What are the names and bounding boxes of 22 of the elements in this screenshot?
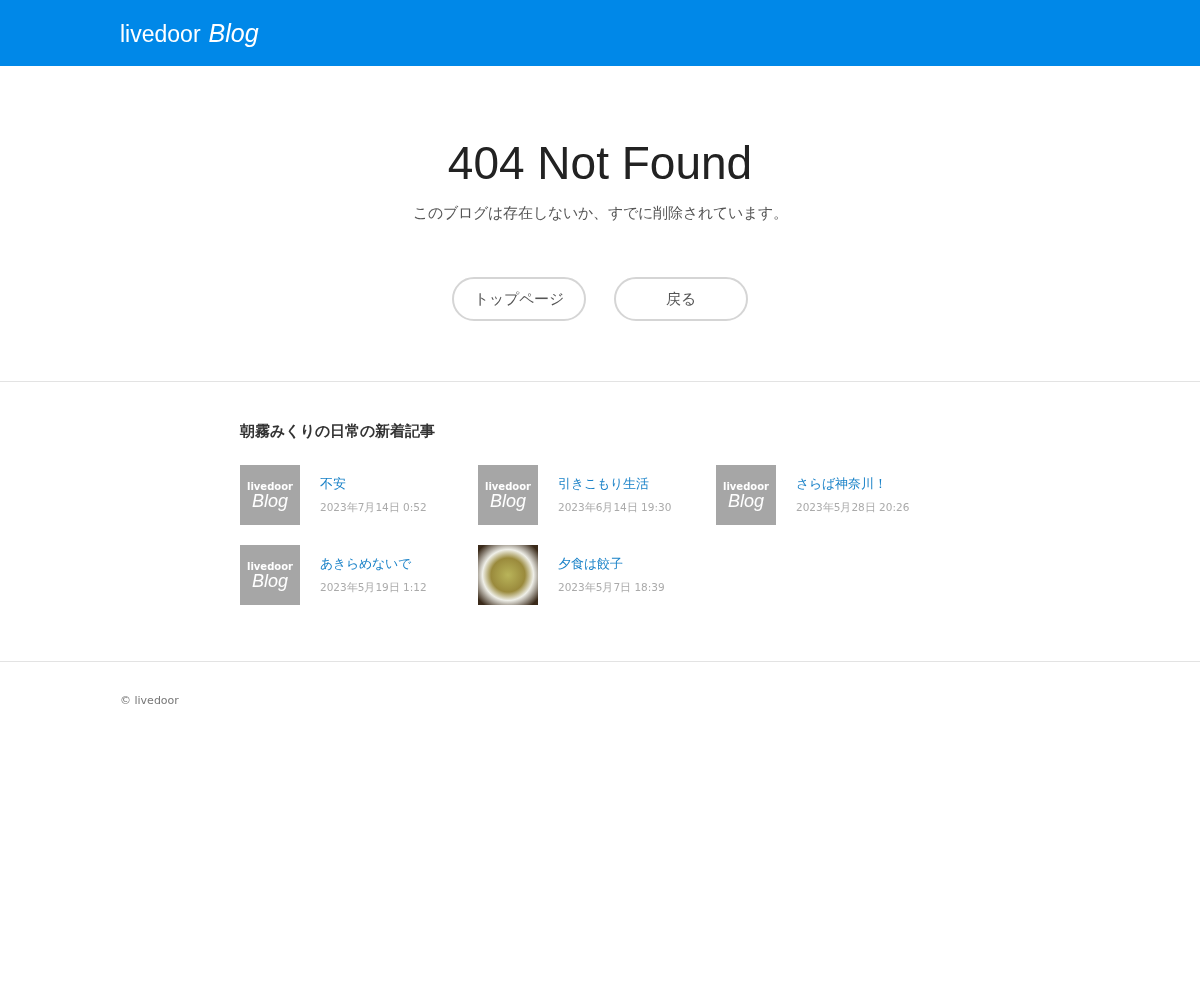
article-date: 2023年5月19日 1:12 bbox=[320, 581, 427, 595]
blog-logo-thumbnail[interactable]: livedoor Blog bbox=[716, 465, 776, 525]
copyright-text: © livedoor bbox=[120, 694, 179, 707]
article-link[interactable]: 夕食は餃子 bbox=[558, 555, 665, 573]
article-link[interactable]: 引きこもり生活 bbox=[558, 475, 672, 493]
article-link[interactable]: あきらめないで bbox=[320, 555, 427, 573]
livedoor-blog-logo[interactable]: livedoor Blog bbox=[120, 18, 259, 48]
error-message: このブログは存在しないか、すでに削除されています。 bbox=[411, 204, 789, 223]
error-title: 404 Not Found bbox=[446, 136, 754, 190]
blog-logo-thumbnail[interactable]: livedoor Blog bbox=[240, 545, 300, 605]
photo-placeholder[interactable] bbox=[478, 545, 538, 605]
blog-logo-thumbnail[interactable]: livedoor Blog bbox=[240, 465, 300, 525]
section-heading: 朝霧みくりの日常の新着記事 bbox=[240, 422, 436, 441]
blog-logo-thumbnail[interactable]: livedoor Blog bbox=[478, 465, 538, 525]
article-date: 2023年6月14日 19:30 bbox=[558, 501, 672, 515]
article-date: 2023年5月7日 18:39 bbox=[558, 581, 665, 595]
nav-button[interactable]: 戻る bbox=[614, 277, 748, 321]
article-link[interactable]: 不安 bbox=[320, 475, 427, 493]
nav-button[interactable]: トップページ bbox=[452, 277, 586, 321]
article-link[interactable]: さらば神奈川！ bbox=[796, 475, 910, 493]
article-date: 2023年5月28日 20:26 bbox=[796, 501, 910, 515]
article-date: 2023年7月14日 0:52 bbox=[320, 501, 427, 515]
